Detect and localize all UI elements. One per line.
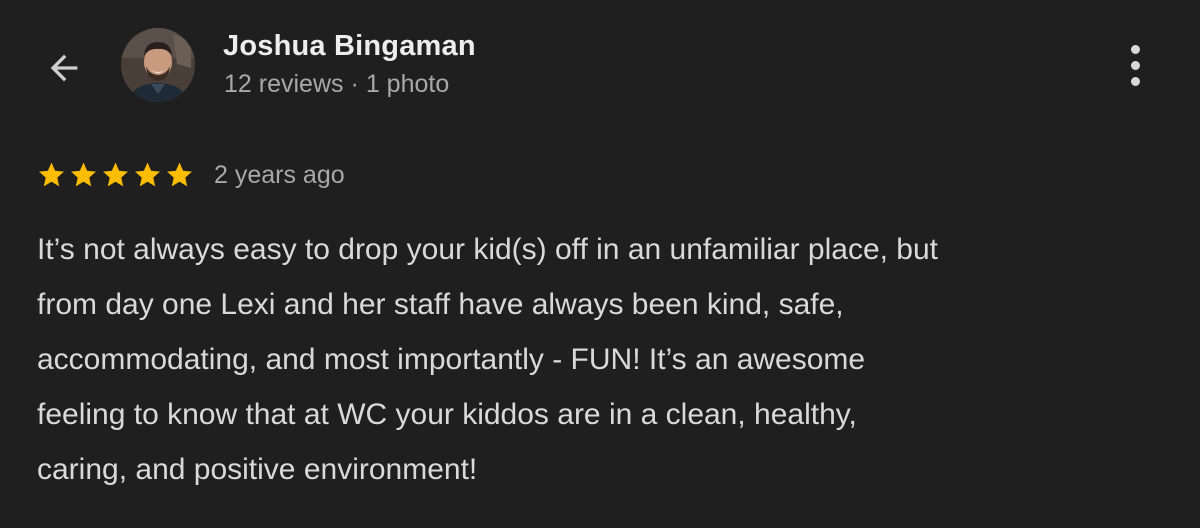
arrow-back-icon	[50, 54, 78, 82]
review-text-line: from day one Lexi and her staff have alw…	[37, 288, 844, 321]
star-icon	[135, 162, 160, 187]
star-icon	[71, 162, 96, 187]
review-text-line: caring, and positive environment!	[37, 453, 478, 486]
more-vertical-icon-dot	[1130, 76, 1140, 86]
review-text: It’s not always easy to drop your kid(s)…	[37, 222, 1177, 497]
avatar-photo	[121, 28, 195, 102]
reviewer-name[interactable]: Joshua Bingaman	[223, 30, 476, 63]
review-text-line: It’s not always easy to drop your kid(s)…	[37, 233, 939, 266]
star-rating	[36, 160, 196, 190]
review-time: 2 years ago	[214, 160, 345, 189]
back-button[interactable]	[36, 40, 92, 96]
photo-count: 1 photo	[365, 70, 450, 98]
more-vertical-icon	[1130, 44, 1140, 54]
meta-separator: ·	[350, 70, 359, 98]
star-icon	[39, 162, 64, 187]
more-vertical-icon-dot	[1130, 60, 1140, 70]
avatar[interactable]	[121, 28, 195, 102]
review-text-line: accommodating, and most importantly - FU…	[37, 343, 866, 376]
review-count: 12 reviews	[224, 70, 344, 98]
star-icon	[103, 162, 128, 187]
review-text-line: feeling to know that at WC your kiddos a…	[37, 398, 857, 431]
more-options-button[interactable]	[1113, 40, 1157, 90]
rating-row: 2 years ago	[36, 156, 345, 194]
review-header: Joshua Bingaman 12 reviews · 1 photo	[0, 0, 1200, 130]
reviewer-stats: 12 reviews · 1 photo	[224, 70, 449, 99]
star-icon	[167, 162, 192, 187]
